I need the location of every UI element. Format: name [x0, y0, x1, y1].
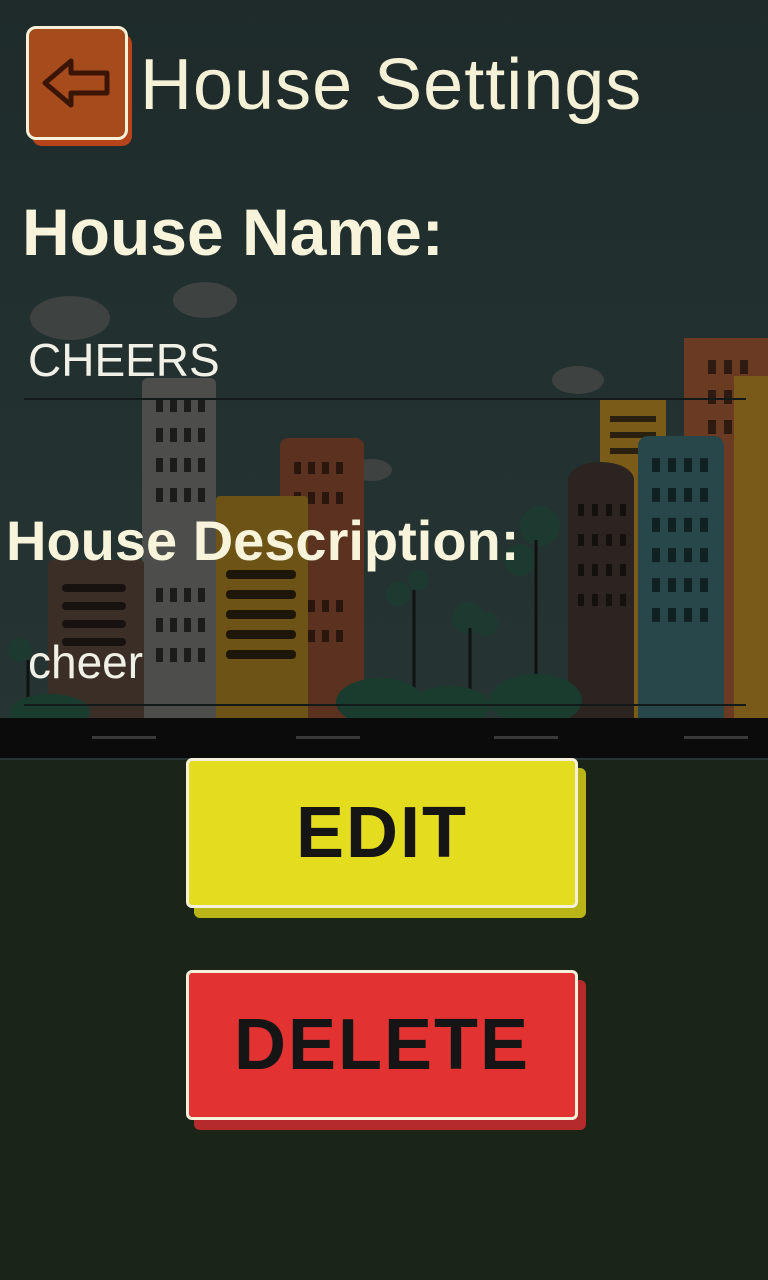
delete-button[interactable]: DELETE: [186, 970, 586, 1130]
road-dash: [92, 736, 156, 739]
edit-button[interactable]: EDIT: [186, 758, 586, 918]
page-title: House Settings: [140, 45, 643, 125]
road-dash: [684, 736, 748, 739]
back-button-face[interactable]: [26, 26, 128, 140]
house-name-label: House Name:: [22, 195, 444, 269]
road-dash: [494, 736, 558, 739]
house-name-input[interactable]: CHEERS: [28, 330, 220, 390]
delete-button-label[interactable]: DELETE: [186, 970, 578, 1120]
road: [0, 718, 768, 758]
house-name-underline: [24, 398, 746, 400]
house-description-underline: [24, 704, 746, 706]
house-description-label: House Description:: [6, 509, 520, 572]
edit-button-label[interactable]: EDIT: [186, 758, 578, 908]
back-arrow-icon: [42, 58, 110, 108]
back-button[interactable]: [26, 26, 132, 146]
house-description-input[interactable]: cheer: [28, 632, 143, 692]
road-dash: [296, 736, 360, 739]
